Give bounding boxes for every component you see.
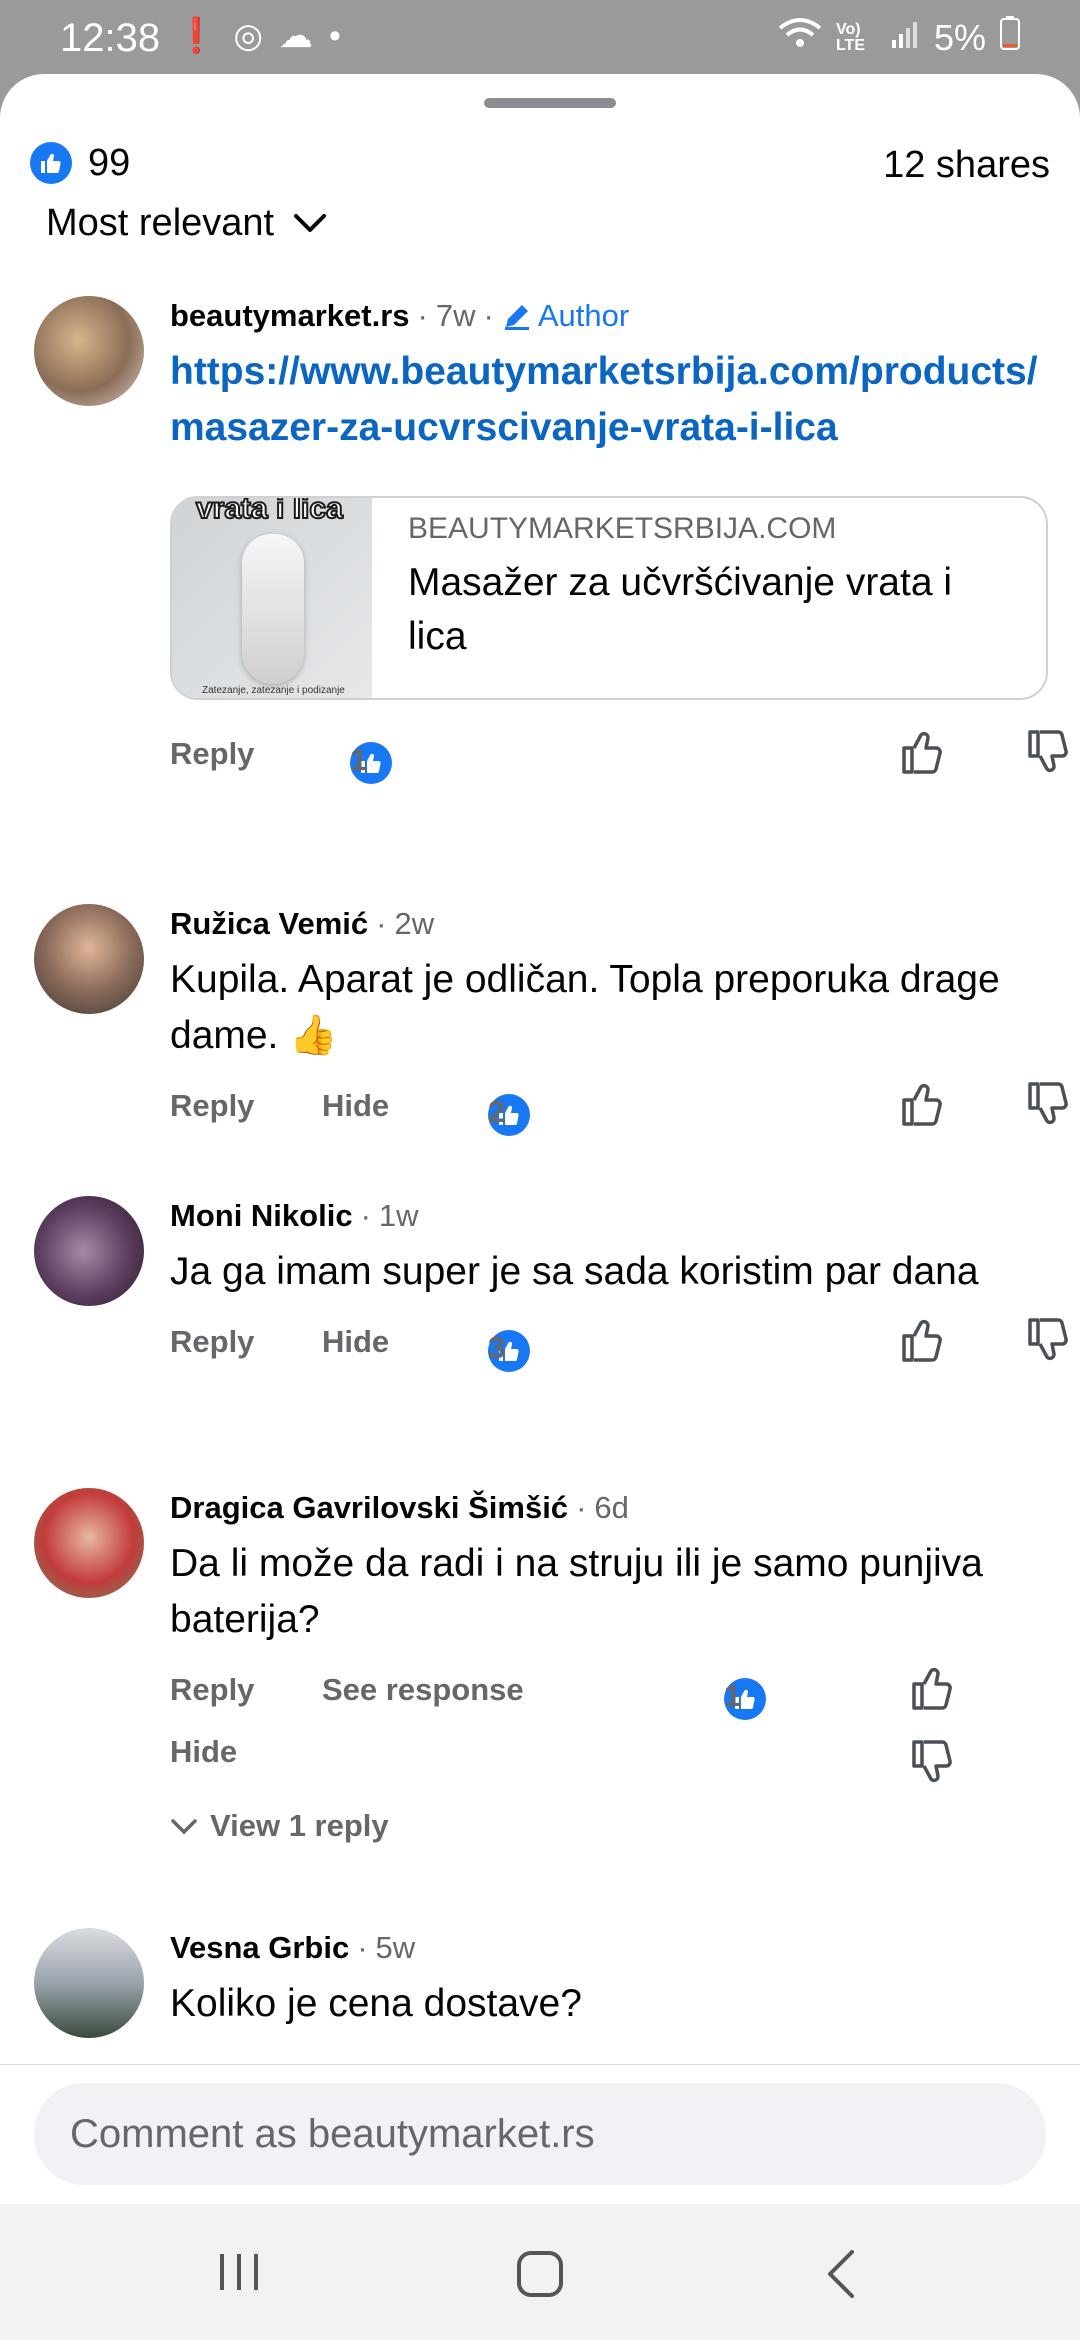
link-preview-card[interactable]: vrata i lica Zatezanje, zatezanje i podi…	[170, 496, 1048, 700]
dot-icon: •	[329, 16, 341, 55]
avatar[interactable]	[34, 1488, 144, 1598]
reaction-summary: 99 12 shares	[30, 134, 1050, 194]
commenter-name[interactable]: Ružica Vemić	[170, 906, 368, 942]
cloud-icon: ☁	[279, 17, 314, 55]
author-badge: Author	[502, 298, 629, 334]
comment-composer: Comment as beautymarket.rs	[0, 2064, 1080, 2205]
commenter-name[interactable]: Moni Nikolic	[170, 1198, 353, 1234]
avatar[interactable]	[34, 296, 144, 406]
comment-time[interactable]: 6d	[594, 1490, 628, 1526]
comment-time[interactable]: 2w	[394, 906, 434, 942]
signal-icon	[890, 17, 920, 59]
alert-icon: ❗	[175, 17, 218, 55]
hide-button[interactable]: Hide	[322, 1088, 389, 1124]
comment-time[interactable]: 7w	[436, 298, 476, 334]
avatar[interactable]	[34, 1196, 144, 1306]
thumb-up-icon[interactable]	[896, 1314, 948, 1366]
avatar[interactable]	[34, 1928, 144, 2038]
comment-actions-secondary: Hide	[170, 1732, 1060, 1792]
drag-handle[interactable]	[484, 98, 616, 108]
reaction-count[interactable]: 99	[88, 142, 130, 185]
comment-actions: Reply Hide 3	[170, 1310, 1068, 1372]
comment-text: Da li može da radi i na struju ili je sa…	[170, 1542, 983, 1641]
sort-label: Most relevant	[46, 202, 275, 244]
shares-count[interactable]: 12 shares	[883, 144, 1050, 187]
comment-text: Ja ga imam super je sa sada koristim par…	[170, 1250, 979, 1293]
reply-button[interactable]: Reply	[170, 736, 254, 772]
sort-dropdown[interactable]: Most relevant	[46, 202, 328, 245]
thumb-down-icon[interactable]	[1022, 1078, 1074, 1130]
recents-icon[interactable]	[214, 2250, 264, 2294]
chevron-down-icon	[292, 202, 328, 245]
chevron-down-icon	[171, 1819, 197, 1835]
preview-domain: BEAUTYMARKETSRBIJA.COM	[408, 512, 837, 545]
reply-button[interactable]: Reply	[170, 1324, 254, 1360]
comment-link[interactable]: https://www.beautymarketsrbija.com/produ…	[170, 344, 1060, 456]
reply-button[interactable]: Reply	[170, 1672, 254, 1708]
thumb-up-icon[interactable]	[896, 726, 948, 778]
commenter-name[interactable]: beautymarket.rs	[170, 298, 410, 334]
comment-time[interactable]: 1w	[379, 1198, 419, 1234]
like-icon	[30, 142, 72, 184]
wifi-icon	[778, 16, 822, 59]
see-response-button[interactable]: See response	[322, 1672, 524, 1708]
home-icon[interactable]	[514, 2248, 566, 2300]
commenter-name[interactable]: Vesna Grbic	[170, 1930, 349, 1966]
system-nav-bar	[0, 2204, 1080, 2340]
commenter-name[interactable]: Dragica Gavrilovski Šimšić	[170, 1490, 568, 1526]
comments-sheet: 99 12 shares Most relevant beautymarket.…	[0, 74, 1080, 2204]
preview-thumbnail: vrata i lica Zatezanje, zatezanje i podi…	[172, 498, 372, 698]
avatar[interactable]	[34, 904, 144, 1014]
battery-icon	[1000, 16, 1020, 59]
clock: 12:38	[60, 16, 161, 60]
preview-title: Masažer za učvršćivanje vrata i lica	[408, 561, 953, 658]
comment-actions: Reply Hide 2	[170, 1074, 1068, 1136]
pencil-icon	[504, 305, 529, 330]
thumb-down-icon[interactable]	[1022, 1314, 1074, 1366]
thumb-down-icon[interactable]	[906, 1736, 958, 1788]
lte-label: Vo) LTE	[835, 20, 865, 54]
battery-percent: 5%	[933, 16, 986, 58]
hide-button[interactable]: Hide	[170, 1734, 237, 1770]
thumb-down-icon[interactable]	[1022, 726, 1074, 778]
notification-icons: ❗ ◎ ☁ •	[175, 16, 341, 56]
hide-button[interactable]: Hide	[322, 1324, 389, 1360]
reply-button[interactable]: Reply	[170, 1088, 254, 1124]
view-replies-button[interactable]: View 1 reply	[170, 1808, 1060, 1844]
status-bar: 12:38 ❗ ◎ ☁ • Vo) LTE 5%	[0, 0, 1080, 78]
comment-text: Koliko je cena dostave?	[170, 1982, 582, 2025]
comment-time[interactable]: 5w	[376, 1930, 416, 1966]
comment-actions: Reply See response 1	[170, 1658, 1060, 1720]
comment-actions: Reply 1	[170, 722, 1068, 784]
thumb-up-icon[interactable]	[896, 1078, 948, 1130]
chrome-icon: ◎	[233, 17, 264, 55]
system-icons: Vo) LTE 5%	[778, 16, 1020, 59]
thumb-up-icon[interactable]	[906, 1662, 958, 1714]
comment-text: Kupila. Aparat je odličan. Topla preporu…	[170, 958, 1000, 1057]
back-icon[interactable]	[822, 2248, 862, 2300]
comment-input[interactable]: Comment as beautymarket.rs	[34, 2083, 1046, 2185]
